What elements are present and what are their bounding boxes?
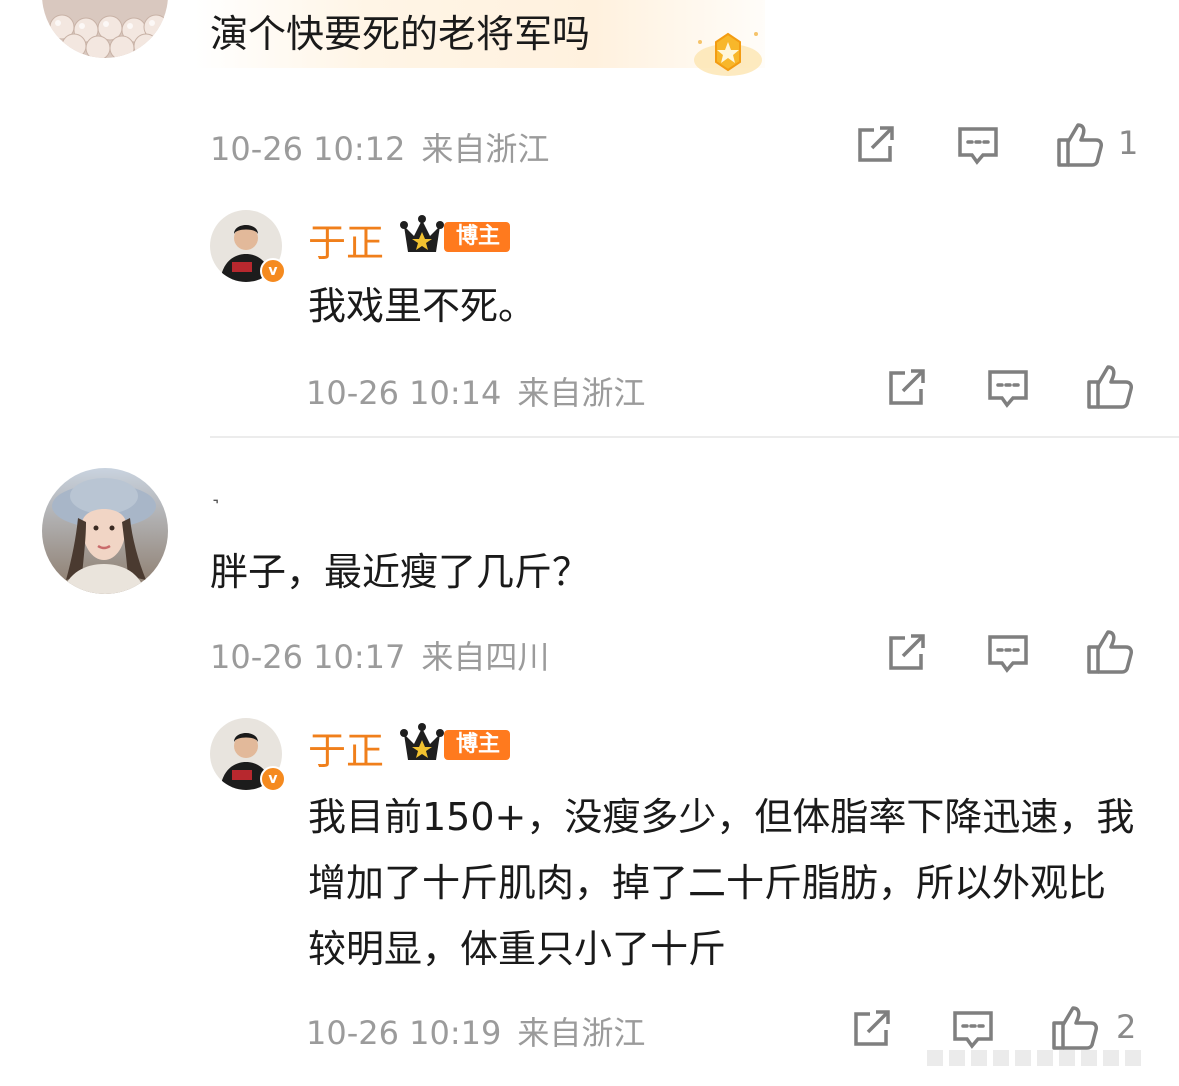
reply-text: 我戏里不死。 bbox=[308, 284, 537, 328]
star-badge-icon bbox=[688, 22, 768, 82]
comment-icon[interactable] bbox=[955, 122, 1001, 168]
reply-time: 10-26 10:14 bbox=[306, 374, 502, 412]
pearl-avatar[interactable] bbox=[42, 0, 168, 58]
author-badge-label: 博主 bbox=[444, 730, 511, 760]
reply-meta: 10-26 10:14 来自浙江 bbox=[306, 368, 661, 414]
reply-meta: 10-26 10:19 来自浙江 bbox=[306, 1008, 661, 1054]
reply-location: 来自浙江 bbox=[517, 1014, 646, 1052]
comment-location: 来自浙江 bbox=[421, 130, 550, 168]
verified-badge: v bbox=[260, 258, 286, 284]
author-badge: 博主 bbox=[400, 722, 512, 766]
like-icon[interactable] bbox=[1055, 120, 1105, 170]
comment-username[interactable]: ˺ bbox=[212, 496, 219, 522]
reply-text: 我目前150+，没瘦多少，但体脂率下降迅速，我增加了十斤肌肉，掉了二十斤脂肪，所… bbox=[308, 795, 1135, 971]
comment-time: 10-26 10:17 bbox=[210, 638, 406, 676]
reply-username[interactable]: 于正 bbox=[308, 720, 384, 775]
comment-icon[interactable] bbox=[985, 365, 1031, 411]
comment-meta: 10-26 10:12 来自浙江 bbox=[210, 124, 565, 170]
like-icon[interactable] bbox=[1085, 362, 1135, 412]
share-icon[interactable] bbox=[848, 1006, 894, 1052]
comment-text: 胖子，最近瘦了几斤？ bbox=[210, 550, 591, 594]
watermark-overlay bbox=[927, 1050, 1141, 1066]
reply-username[interactable]: 于正 bbox=[308, 212, 384, 267]
verified-badge: v bbox=[260, 766, 286, 792]
like-count: 2 bbox=[1116, 1008, 1137, 1046]
reply-location: 来自浙江 bbox=[517, 374, 646, 412]
comment-meta: 10-26 10:17 来自四川 bbox=[210, 632, 565, 678]
comment-icon[interactable] bbox=[985, 630, 1031, 676]
share-icon[interactable] bbox=[883, 630, 929, 676]
user-avatar[interactable] bbox=[42, 468, 168, 594]
comment-time: 10-26 10:12 bbox=[210, 130, 406, 168]
like-icon[interactable] bbox=[1085, 627, 1135, 677]
reply-time: 10-26 10:19 bbox=[306, 1014, 502, 1052]
author-badge: 博主 bbox=[400, 214, 512, 258]
comment-divider bbox=[210, 436, 1179, 438]
author-badge-label: 博主 bbox=[444, 222, 511, 252]
comment-text: 演个快要死的老将军吗 bbox=[210, 12, 591, 56]
share-icon[interactable] bbox=[883, 365, 929, 411]
comment-location: 来自四川 bbox=[421, 638, 550, 676]
like-count: 1 bbox=[1118, 124, 1139, 162]
share-icon[interactable] bbox=[852, 122, 898, 168]
